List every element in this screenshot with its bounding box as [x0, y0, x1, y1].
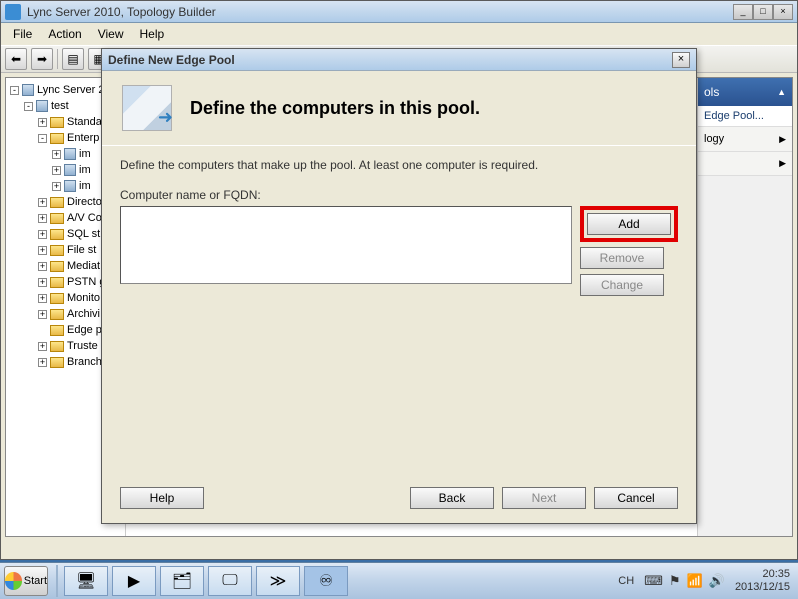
tree-site-label: test [51, 100, 69, 112]
tree-item-label: Monito [67, 292, 100, 304]
separator [56, 565, 58, 597]
clock-date: 2013/12/15 [735, 581, 790, 593]
tree-item-label: Enterp [67, 132, 99, 144]
define-edge-pool-dialog: Define New Edge Pool × Define the comput… [101, 48, 697, 524]
dialog-title: Define New Edge Pool [108, 53, 672, 67]
start-button[interactable]: Start [4, 566, 48, 596]
actions-header: ols ▲ [698, 78, 792, 106]
actions-header-label: ols [704, 85, 719, 99]
status-bar [1, 541, 797, 559]
task-explorer-icon[interactable]: 🗂 [160, 566, 204, 596]
close-button[interactable]: × [773, 4, 793, 20]
action-topology[interactable]: logy ▶ [698, 127, 792, 152]
computer-listbox[interactable] [120, 206, 572, 284]
next-button[interactable]: Next [502, 487, 586, 509]
task-topology-builder-icon[interactable]: ♾ [304, 566, 348, 596]
change-button[interactable]: Change [580, 274, 664, 296]
action-label: Edge Pool... [704, 110, 764, 122]
add-highlight: Add [580, 206, 678, 242]
action-new-edge-pool[interactable]: Edge Pool... [698, 106, 792, 127]
help-button[interactable]: Help [120, 487, 204, 509]
dialog-close-button[interactable]: × [672, 52, 690, 68]
tool-notes-icon[interactable]: ▤ [62, 48, 84, 70]
task-shell-icon[interactable]: ≫ [256, 566, 300, 596]
tree-item-label: Directo [67, 196, 102, 208]
window-title: Lync Server 2010, Topology Builder [27, 5, 733, 19]
task-powershell-icon[interactable]: ▶ [112, 566, 156, 596]
tree-item-label: File st [67, 244, 96, 256]
menubar: File Action View Help [1, 23, 797, 45]
dialog-titlebar: Define New Edge Pool × [102, 49, 696, 71]
add-button[interactable]: Add [587, 213, 671, 235]
actions-panel: ols ▲ Edge Pool... logy ▶ ▶ [697, 78, 792, 536]
speaker-icon[interactable]: 🔊 [709, 573, 725, 589]
minimize-button[interactable]: _ [733, 4, 753, 20]
action-blank[interactable]: ▶ [698, 152, 792, 176]
chevron-right-icon: ▶ [779, 134, 786, 145]
maximize-button[interactable]: □ [753, 4, 773, 20]
tree-item-label: PSTN g [67, 276, 106, 288]
menu-file[interactable]: File [5, 25, 40, 43]
ime-indicator[interactable]: CH [618, 575, 634, 587]
menu-action[interactable]: Action [40, 25, 89, 43]
tree-item-label: Truste [67, 340, 98, 352]
flag-icon[interactable]: ⚑ [669, 573, 681, 589]
tree-root-label: Lync Server 20 [37, 84, 111, 96]
instruction-text: Define the computers that make up the po… [120, 158, 678, 172]
menu-help[interactable]: Help [132, 25, 173, 43]
tree-item-label: Archivi [67, 308, 100, 320]
remove-button[interactable]: Remove [580, 247, 664, 269]
titlebar: Lync Server 2010, Topology Builder _ □ × [1, 1, 797, 23]
chevron-right-icon: ▶ [779, 158, 786, 169]
list-label: Computer name or FQDN: [120, 188, 678, 202]
tool-back-icon[interactable]: ⬅ [5, 48, 27, 70]
collapse-icon[interactable]: ▲ [777, 87, 786, 97]
back-button[interactable]: Back [410, 487, 494, 509]
dialog-body: Define the computers that make up the po… [102, 146, 696, 306]
tree-item-label: SQL st [67, 228, 100, 240]
tree-item-label: Standa [67, 116, 102, 128]
tree-subitem-label: im [79, 180, 91, 192]
tree-item-label: Branch [67, 356, 102, 368]
keyboard-icon[interactable]: ⌨ [644, 573, 663, 589]
cancel-button[interactable]: Cancel [594, 487, 678, 509]
start-label: Start [24, 575, 47, 587]
tree-item-label: A/V Co [67, 212, 102, 224]
taskbar: Start 🖥 ▶ 🗂 🖵 ≫ ♾ CH ⌨ ⚑ 📶 🔊 20:35 2013/… [0, 562, 798, 599]
systray: CH ⌨ ⚑ 📶 🔊 20:35 2013/12/15 [610, 563, 798, 599]
tree-subitem-label: im [79, 148, 91, 160]
wizard-icon [122, 85, 172, 131]
separator [57, 49, 58, 69]
tool-forward-icon[interactable]: ➡ [31, 48, 53, 70]
app-icon [5, 4, 21, 20]
menu-view[interactable]: View [90, 25, 132, 43]
network-icon[interactable]: 📶 [687, 573, 703, 589]
windows-orb-icon [5, 572, 22, 590]
clock[interactable]: 20:35 2013/12/15 [735, 568, 790, 594]
task-monitor-icon[interactable]: 🖵 [208, 566, 252, 596]
dialog-header: Define the computers in this pool. [102, 71, 696, 145]
dialog-footer: Help Back Next Cancel [102, 487, 696, 509]
clock-time: 20:35 [762, 568, 790, 580]
tree-subitem-label: im [79, 164, 91, 176]
dialog-heading: Define the computers in this pool. [190, 98, 480, 119]
tree-item-label: Mediat [67, 260, 100, 272]
task-servermanager-icon[interactable]: 🖥 [64, 566, 108, 596]
tree-item-label: Edge p [67, 324, 102, 336]
action-sub-label: logy [704, 133, 724, 145]
